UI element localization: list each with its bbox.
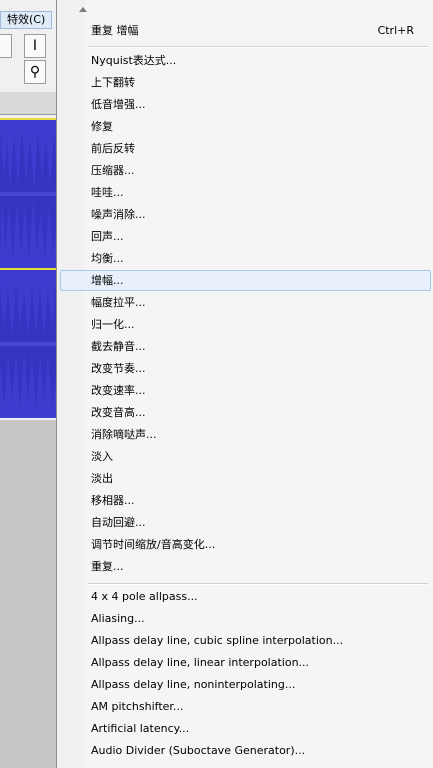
menu-item-label: 压缩器... [91,164,135,177]
menu-item-shortcut: Ctrl+R [377,24,414,37]
menu-item-label: 重复 增幅 [91,24,139,37]
menu-item-effect-9[interactable]: 均衡... [60,248,431,269]
menu-item-effect-4[interactable]: 前后反转 [60,138,431,159]
menu-item-effect-8[interactable]: 回声... [60,226,431,247]
menu-item-label: 改变音高... [91,406,146,419]
menu-item-label: Allpass delay line, linear interpolation… [91,656,310,669]
menu-item-label: 消除嘀哒声... [91,428,157,441]
menu-item-label: 重复... [91,560,124,573]
menu-item-plugin-3[interactable]: Allpass delay line, linear interpolation… [60,652,431,673]
menu-item-effect-6[interactable]: 哇哇... [60,182,431,203]
menu-item-label: 噪声消除... [91,208,146,221]
menubar-item-effects[interactable]: 特效(C) [0,11,53,29]
menu-item-label: Nyquist表达式... [91,54,177,67]
audio-track-channel-right[interactable] [0,268,56,418]
menubar: 特效(C) [0,9,60,31]
menu-item-effect-20[interactable]: 移相器... [60,490,431,511]
menu-item-effect-12[interactable]: 归一化... [60,314,431,335]
waveform-left [0,128,56,260]
menu-item-effect-3[interactable]: 修复 [60,116,431,137]
menu-item-effect-13[interactable]: 截去静音... [60,336,431,357]
menu-separator [88,583,428,585]
menu-item-effect-21[interactable]: 自动回避... [60,512,431,533]
selection-tool-button[interactable]: I [24,34,46,58]
i-beam-icon: I [32,38,38,54]
menu-item-label: 增幅... [91,274,124,287]
menu-item-effect-1[interactable]: 上下翻转 [60,72,431,93]
menu-item-plugin-5[interactable]: AM pitchshifter... [60,696,431,717]
menu-item-plugin-1[interactable]: Aliasing... [60,608,431,629]
toolbar-grip[interactable] [0,34,12,58]
menu-item-effect-14[interactable]: 改变节奏... [60,358,431,379]
menu-item-label: 移相器... [91,494,135,507]
menu-item-label: 前后反转 [91,142,135,155]
menu-item-label: 均衡... [91,252,124,265]
menu-item-label: 上下翻转 [91,76,135,89]
effects-menu: 重复 增幅 Ctrl+R Nyquist表达式... 上下翻转低音增强... 修复前… [56,0,433,768]
waveform-right [0,280,56,410]
magnifier-icon: ⚲ [29,64,41,80]
menu-item-effect-22[interactable]: 调节时间缩放/音高变化... [60,534,431,555]
menu-item-label: 调节时间缩放/音高变化... [91,538,216,551]
menu-item-label: 改变速率... [91,384,146,397]
menu-item-label: 归一化... [91,318,135,331]
menu-item-label: Audio Divider (Suboctave Generator)... [91,744,306,757]
menu-item-label: 4 x 4 pole allpass... [91,590,198,603]
menu-item-label: 修复 [91,120,113,133]
menu-item-label: Allpass delay line, noninterpolating... [91,678,296,691]
menu-item-label: Aliasing... [91,612,145,625]
menu-item-label: 低音增强... [91,98,146,111]
menu-item-label: 幅度拉平... [91,296,146,309]
menu-item-plugin-0[interactable]: 4 x 4 pole allpass... [60,586,431,607]
track-area-empty [0,420,56,768]
menu-item-label: 回声... [91,230,124,243]
menu-item-effect-10[interactable]: 增幅... [60,270,431,291]
menu-item-effect-7[interactable]: 噪声消除... [60,204,431,225]
tools-toolbar: I ⚲ [0,32,60,88]
menu-item-label: 截去静音... [91,340,146,353]
menu-item-effect-5[interactable]: 压缩器... [60,160,431,181]
menu-item-effect-18[interactable]: 淡入 [60,446,431,467]
menu-item-effect-0[interactable]: Nyquist表达式... [60,50,431,71]
zoom-tool-button[interactable]: ⚲ [24,60,46,84]
menu-item-effect-11[interactable]: 幅度拉平... [60,292,431,313]
audio-track-channel-left[interactable] [0,118,56,268]
menu-item-label: 淡入 [91,450,113,463]
menu-item-effect-2[interactable]: 低音增强... [60,94,431,115]
menu-item-label: AM pitchshifter... [91,700,184,713]
menu-item-plugin-6[interactable]: Artificial latency... [60,718,431,739]
menu-item-label: Artificial latency... [91,722,190,735]
menu-item-effect-16[interactable]: 改变音高... [60,402,431,423]
menu-item-label: 改变节奏... [91,362,146,375]
menu-item-effect-17[interactable]: 消除嘀哒声... [60,424,431,445]
menu-item-label: 哇哇... [91,186,124,199]
menu-item-plugin-7[interactable]: Audio Divider (Suboctave Generator)... [60,740,431,761]
menu-item-effect-19[interactable]: 淡出 [60,468,431,489]
timeline-ruler[interactable] [0,92,60,115]
menu-item-repeat-amplify[interactable]: 重复 增幅 Ctrl+R [60,20,431,41]
menu-item-effect-15[interactable]: 改变速率... [60,380,431,401]
menu-separator [88,46,428,48]
menu-item-plugin-2[interactable]: Allpass delay line, cubic spline interpo… [60,630,431,651]
menu-item-label: Allpass delay line, cubic spline interpo… [91,634,344,647]
menu-item-plugin-4[interactable]: Allpass delay line, noninterpolating... [60,674,431,695]
menu-scroll-up-icon[interactable] [79,7,87,12]
menu-item-label: 自动回避... [91,516,146,529]
menu-item-effect-23[interactable]: 重复... [60,556,431,577]
menu-item-label: 淡出 [91,472,113,485]
